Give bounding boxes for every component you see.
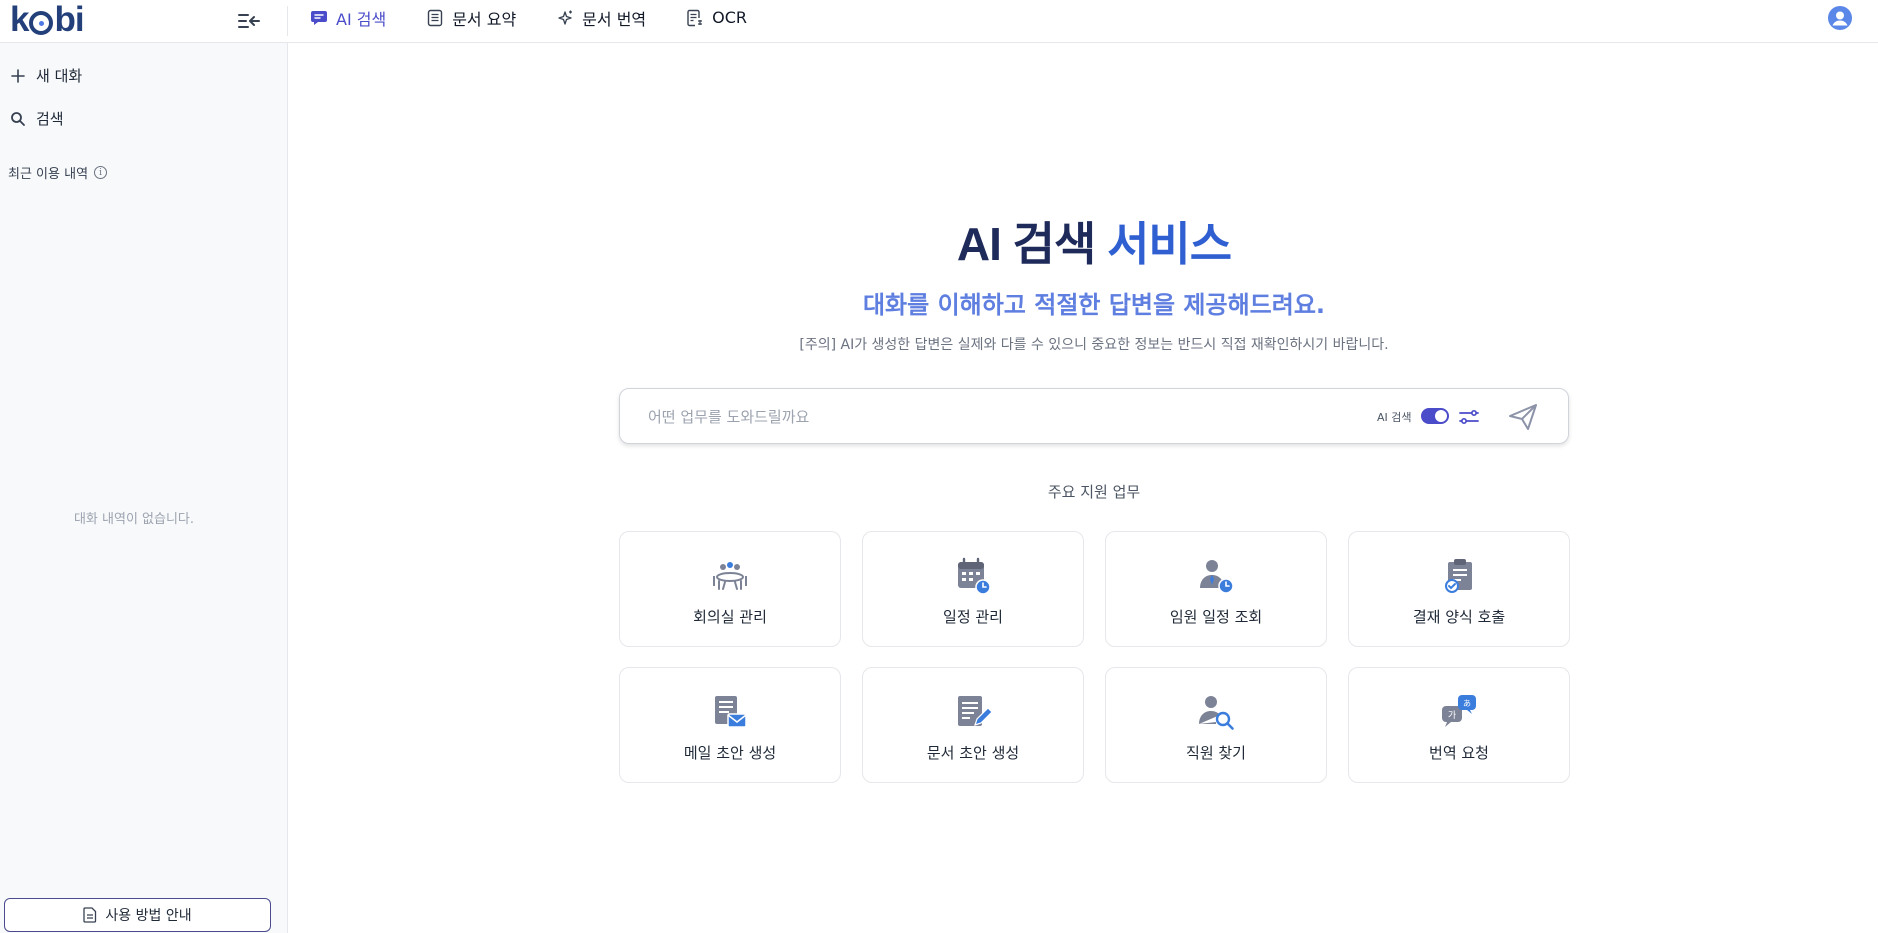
page-subtitle: 대화를 이해하고 적절한 답변을 제공해드려요. [862, 291, 1326, 319]
chat-input-box: AI 검색 [619, 388, 1569, 444]
chat-bubble-icon [311, 10, 327, 25]
main-tabs: AI 검색 문서 요약 문서 번역 OCR [310, 0, 787, 35]
tab-document-summary[interactable]: 문서 요약 [426, 6, 516, 30]
task-card-label: 일정 관리 [943, 607, 1003, 626]
empty-history-text: 대화 내역이 없습니다. [73, 512, 195, 527]
mail-draft-icon [715, 695, 747, 728]
tab-document-translation[interactable]: 문서 번역 [556, 6, 646, 30]
employee-search-icon [1199, 695, 1234, 730]
document-icon [83, 907, 97, 923]
task-card-approval-form[interactable]: 결재 양식 호출 [1348, 531, 1570, 647]
translate-icon: 가 あ [1442, 694, 1476, 727]
usage-guide-button[interactable]: 사용 방법 안내 [4, 898, 271, 932]
search-icon [11, 111, 25, 126]
tab-label: OCR [712, 8, 748, 27]
approval-form-icon [1445, 558, 1472, 593]
task-card-label: 직원 찾기 [1186, 743, 1246, 762]
task-card-mail-draft[interactable]: 메일 초안 생성 [619, 667, 841, 783]
svg-text:가: 가 [1448, 710, 1456, 721]
new-chat-label: 새 대화 [36, 67, 83, 85]
recent-history-label: 최근 이용 내역 [8, 167, 89, 182]
sidebar: 새 대화 검색 최근 이용 내역 i 대화 내역이 없습니다. 사용 방법 안내 [0, 43, 288, 933]
task-card-label: 번역 요청 [1429, 743, 1489, 762]
document-list-icon [428, 9, 443, 26]
title-primary: AI 검색 [956, 218, 1096, 270]
calendar-icon [958, 557, 991, 595]
meeting-room-icon [713, 561, 747, 590]
kobi-logo[interactable]: k bi [10, 0, 85, 39]
usage-guide-label: 사용 방법 안내 [105, 908, 192, 924]
task-card-label: 메일 초안 생성 [683, 743, 777, 762]
task-card-executive-schedule[interactable]: 임원 일정 조회 [1105, 531, 1327, 647]
document-draft-icon [958, 695, 993, 726]
ai-search-toggle-label: AI 검색 [1377, 411, 1412, 424]
collapse-sidebar-icon [238, 14, 260, 28]
tab-label: 문서 번역 [582, 9, 647, 29]
task-card-meeting-room[interactable]: 회의실 관리 [619, 531, 841, 647]
tab-label: AI 검색 [336, 9, 387, 29]
task-card-label: 임원 일정 조회 [1169, 607, 1263, 626]
info-icon[interactable]: i [94, 166, 108, 179]
svg-text:あ: あ [1463, 699, 1471, 708]
filter-settings-icon[interactable] [1458, 406, 1480, 428]
task-grid: 회의실 관리 일정 관리 임원 일정 조회 결재 양식 호출 메일 초안 생성 … [619, 531, 1570, 783]
collapse-sidebar-button[interactable] [236, 8, 262, 34]
task-card-label: 문서 초안 생성 [926, 743, 1020, 762]
task-card-label: 회의실 관리 [693, 607, 767, 626]
chat-input[interactable] [648, 405, 1298, 429]
tab-label: 문서 요약 [452, 9, 517, 29]
tab-ai-search[interactable]: AI 검색 [310, 6, 386, 30]
task-card-document-draft[interactable]: 문서 초안 생성 [862, 667, 1084, 783]
plus-icon [11, 68, 25, 83]
task-card-label: 결재 양식 호출 [1412, 607, 1506, 626]
top-divider [287, 6, 288, 36]
task-card-employee-search[interactable]: 직원 찾기 [1105, 667, 1327, 783]
new-chat-button[interactable]: 새 대화 [10, 65, 82, 86]
task-card-schedule[interactable]: 일정 관리 [862, 531, 1084, 647]
scan-document-icon [687, 9, 703, 26]
page-title: AI 검색 서비스 [289, 208, 1878, 274]
user-avatar-icon[interactable] [1828, 6, 1852, 30]
ai-search-toggle[interactable] [1421, 408, 1449, 424]
send-icon[interactable] [1508, 403, 1538, 431]
task-card-translate[interactable]: 가 あ 번역 요청 [1348, 667, 1570, 783]
recent-history-heading: 최근 이용 내역 i [8, 163, 108, 182]
main-content: AI 검색 서비스 대화를 이해하고 적절한 답변을 제공해드려요. [주의] … [289, 43, 1878, 933]
search-button[interactable]: 검색 [10, 108, 64, 129]
main-tasks-heading: 주요 지원 업무 [1047, 483, 1141, 501]
executive-schedule-icon [1200, 559, 1234, 594]
tab-ocr[interactable]: OCR [686, 8, 747, 27]
search-label: 검색 [36, 110, 64, 128]
disclaimer-notice: [주의] AI가 생성한 답변은 실제와 다를 수 있으니 중요한 정보는 반드… [799, 337, 1389, 353]
sparkle-icon [558, 10, 573, 25]
top-bar: k bi AI 검색 문서 요약 문서 번역 OCR [0, 0, 1878, 43]
title-accent: 서비스 [1107, 218, 1232, 270]
